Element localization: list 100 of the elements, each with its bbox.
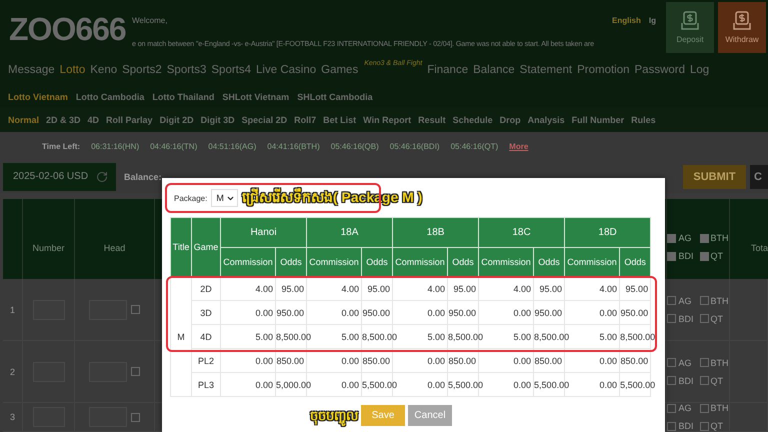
nav-link[interactable]: Lotto [60,64,86,76]
column-header: Commission [220,248,276,276]
column-header: Tota [730,199,768,280]
column-header: Commission [564,248,620,276]
region-checkbox[interactable]: BTH [700,296,728,306]
head-checkbox[interactable] [131,305,140,314]
bet-type-tab[interactable]: Special 2D [242,114,288,125]
row-number: 2 [3,341,23,404]
nav-link[interactable]: Keno [90,64,118,76]
nav-link[interactable]: Promotion [577,64,630,76]
lotto-tab[interactable]: Lotto Vietnam [8,92,68,102]
table-cell: 0.00 [306,300,362,324]
nav-link[interactable]: Balance [473,64,515,76]
lotto-tab[interactable]: SHLott Vietnam [222,92,290,102]
nav-link[interactable]: Password [634,64,686,76]
table-cell: 0.00 [478,348,534,372]
language-link[interactable]: Ig [648,16,656,25]
nav-link[interactable]: Sports4 [211,64,252,76]
countdown-time: 04:51:16(AG) [208,142,256,151]
column-header: Commission [478,248,534,276]
submit-button[interactable]: SUBMIT [683,164,746,189]
region-checkbox[interactable]: QT [700,421,728,432]
region-checkbox[interactable]: BDI [667,314,694,324]
region-checkbox[interactable]: AG [667,358,694,368]
withdraw-button[interactable]: Withdraw [718,2,766,54]
table-cell: 0.00 [564,348,620,372]
nav-link[interactable]: Sports2 [122,64,162,76]
more-link[interactable]: More [509,142,528,151]
nav-link[interactable]: Live Casino [256,64,316,76]
lotto-tab[interactable]: SHLott Cambodia [297,92,373,102]
table-cell: PL2 [192,348,220,372]
time-left-label: Time Left: [42,142,80,151]
column-header: Odds [276,248,307,276]
bet-type-tab[interactable]: Schedule [452,114,493,125]
region-checkbox[interactable]: BTH [700,403,728,414]
lotto-tab[interactable]: Lotto Cambodia [76,92,144,102]
save-button[interactable]: Save [361,405,405,426]
head-checkbox[interactable] [131,367,140,376]
region-checkbox[interactable]: BDI [667,421,694,432]
column-header: Title [170,218,192,276]
bet-type-tab[interactable]: Digit 2D [160,114,194,125]
nav-link[interactable]: Statement [520,64,572,76]
bet-type-tab[interactable]: Digit 3D [200,114,235,125]
column-header: Odds [534,248,565,276]
cancel-button[interactable]: Cancel [408,405,452,426]
nav-link[interactable]: Finance [427,64,468,76]
table-cell: 3D [192,300,220,324]
region-checkbox[interactable]: QT [700,314,728,324]
column-header: Game [192,218,220,276]
bet-type-tab[interactable]: Roll7 [294,114,316,125]
bet-type-tab[interactable]: Full Number [572,114,624,125]
region-checkbox[interactable]: AG [667,296,694,306]
column-header: Hanoi [220,218,307,248]
date-selector[interactable]: 2025-02-06 USD [3,162,116,191]
deposit-button[interactable]: Deposit [666,2,714,54]
region-checkbox[interactable]: QT [700,251,728,262]
table-cell: 950.00 [276,300,307,324]
bet-type-tab[interactable]: Bet List [323,114,356,125]
language-link[interactable]: English [612,16,641,25]
dollar-box-icon [733,11,751,32]
countdown-time: 05:46:16(QB) [330,142,379,151]
package-select[interactable]: M [211,189,238,207]
bet-type-tab[interactable]: Normal [8,114,40,125]
nav-link[interactable]: Sports3 [166,64,206,76]
refresh-icon[interactable] [96,170,108,183]
table-cell: 0.00 [392,348,448,372]
table-cell: PL3 [192,372,220,396]
table-cell: 850.00 [276,348,307,372]
region-checkbox[interactable]: BDI [667,251,694,262]
table-cell: 850.00 [362,348,393,372]
region-checkbox[interactable]: AG [667,403,694,414]
bet-type-tab[interactable]: Result [418,114,446,125]
bet-type-tab[interactable]: Drop [500,114,521,125]
bet-type-tab[interactable]: 4D [88,114,100,125]
countdown-time: 05:46:16(QT) [450,142,498,151]
nav-link[interactable]: Message [8,64,55,76]
region-checkbox[interactable]: BTH [700,233,728,244]
region-checkbox[interactable]: BDI [667,376,694,386]
nav-link[interactable]: Games [321,64,358,76]
region-checkbox[interactable]: QT [700,376,728,386]
table-cell: 850.00 [448,348,479,372]
head-checkbox[interactable] [131,412,140,422]
nav-link[interactable]: Log [690,64,710,76]
table-cell: 850.00 [620,348,651,372]
region-checkbox[interactable]: AG [667,233,694,244]
clear-button[interactable]: C [750,164,768,189]
countdown-time: 04:46:16(TN) [150,142,198,151]
region-checkbox[interactable]: BTH [700,358,728,368]
bet-type-tab[interactable]: Rules [631,114,656,125]
column-header: Number [23,199,75,280]
table-cell: 0.00 [392,300,448,324]
table-cell: 950.00 [534,300,565,324]
countdown-time: 06:31:16(HN) [91,142,140,151]
bet-type-tab[interactable]: Win Report [363,114,412,125]
bet-type-tab[interactable]: Roll Parlay [106,114,153,125]
row-number: 3 [3,403,23,432]
bet-type-tab[interactable]: Analysis [528,114,565,125]
package-label: Package: [174,194,208,202]
lotto-tab[interactable]: Lotto Thailand [152,92,214,102]
bet-type-tab[interactable]: 2D & 3D [46,114,81,125]
